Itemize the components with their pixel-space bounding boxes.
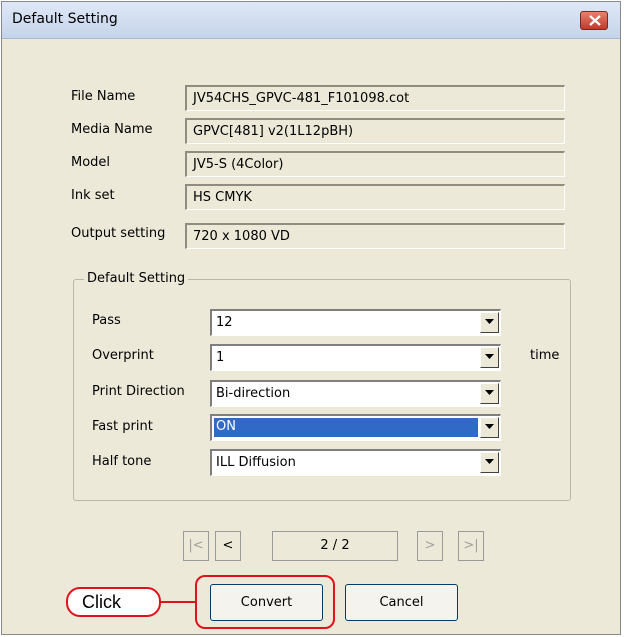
overprint-select[interactable]: 1	[210, 344, 501, 371]
file-name-label: File Name	[71, 89, 136, 104]
pass-value: 12	[216, 315, 233, 330]
model-label: Model	[71, 155, 111, 170]
convert-highlight-annotation	[195, 575, 335, 629]
half-tone-value: ILL Diffusion	[216, 455, 296, 470]
chevron-down-icon	[485, 319, 494, 324]
ink-set-field: HS CMYK	[185, 184, 565, 210]
previous-page-button[interactable]: <	[215, 531, 241, 561]
overprint-dropdown-button[interactable]	[480, 347, 499, 368]
fast-print-select[interactable]: ON	[210, 414, 501, 441]
overprint-unit-label: time	[530, 348, 560, 363]
print-direction-select[interactable]: Bi-direction	[210, 380, 501, 407]
overprint-label: Overprint	[92, 348, 154, 363]
media-name-label: Media Name	[71, 122, 153, 137]
overprint-value: 1	[216, 350, 225, 365]
media-name-field: GPVC[481] v2(1L12pBH)	[185, 118, 565, 144]
output-setting-field: 720 x 1080 VD	[185, 223, 565, 249]
title-bar: Default Setting	[2, 2, 620, 39]
fast-print-label: Fast print	[92, 419, 153, 434]
half-tone-select[interactable]: ILL Diffusion	[210, 449, 501, 476]
default-setting-group-title: Default Setting	[84, 271, 189, 286]
half-tone-label: Half tone	[92, 454, 152, 469]
print-direction-dropdown-button[interactable]	[480, 383, 499, 404]
print-direction-label: Print Direction	[92, 384, 185, 399]
chevron-down-icon	[485, 424, 494, 429]
close-button[interactable]	[580, 11, 608, 30]
pass-select[interactable]: 12	[210, 309, 501, 336]
window-title: Default Setting	[12, 11, 118, 27]
cancel-button[interactable]: Cancel	[345, 584, 458, 621]
print-direction-value: Bi-direction	[216, 386, 291, 401]
page-indicator: 2 / 2	[272, 531, 398, 561]
fast-print-dropdown-button[interactable]	[480, 417, 499, 438]
output-setting-label: Output setting	[71, 226, 166, 241]
first-page-button[interactable]: |<	[183, 531, 209, 561]
callout-connector-line	[160, 601, 196, 603]
file-name-field: JV54CHS_GPVC-481_F101098.cot	[185, 85, 565, 111]
last-page-button[interactable]: >|	[458, 531, 484, 561]
fast-print-value: ON	[214, 418, 478, 437]
half-tone-dropdown-button[interactable]	[480, 452, 499, 473]
ink-set-label: Ink set	[71, 188, 115, 203]
click-callout: Click	[66, 587, 161, 617]
model-field: JV5-S (4Color)	[185, 151, 565, 177]
pass-dropdown-button[interactable]	[480, 312, 499, 333]
chevron-down-icon	[485, 390, 494, 395]
pass-label: Pass	[92, 313, 121, 328]
chevron-down-icon	[485, 459, 494, 464]
close-icon	[589, 15, 601, 26]
chevron-down-icon	[485, 354, 494, 359]
next-page-button[interactable]: >	[417, 531, 443, 561]
